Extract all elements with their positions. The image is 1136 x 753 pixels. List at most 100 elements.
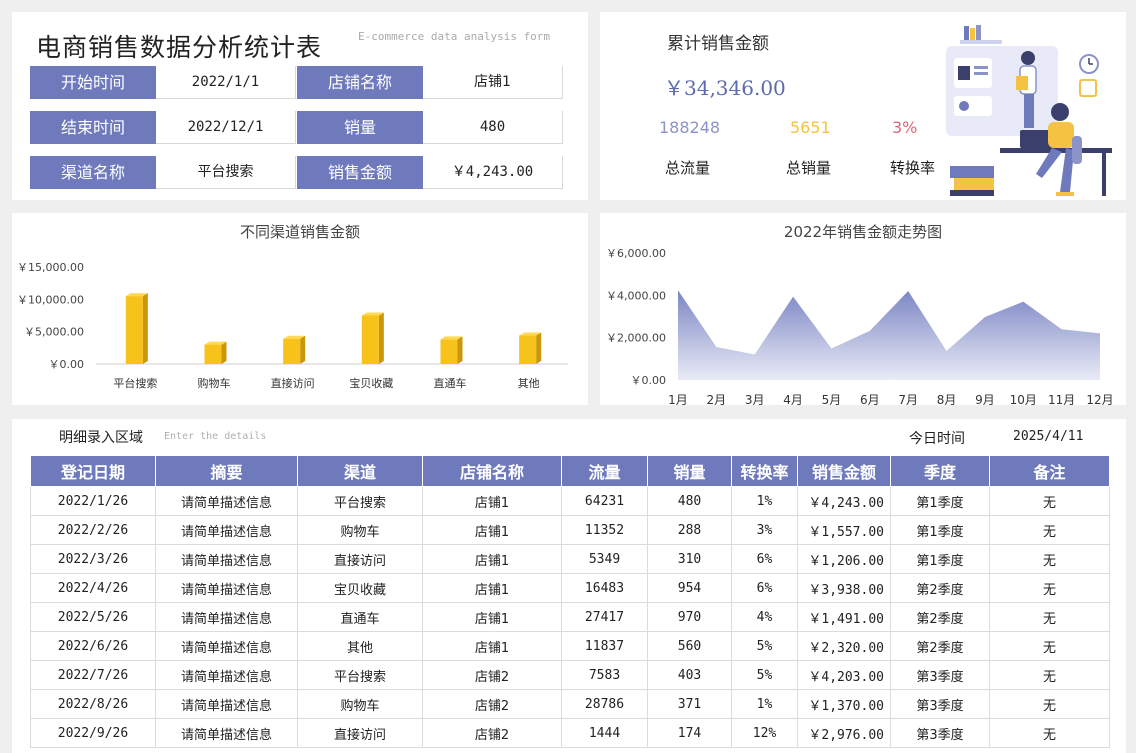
table-cell[interactable]: 店铺2 — [422, 689, 562, 719]
table-cell[interactable]: 7583 — [561, 660, 648, 690]
table-cell[interactable]: 288 — [647, 515, 732, 545]
table-cell[interactable]: 店铺2 — [422, 660, 562, 690]
table-cell[interactable]: 5349 — [561, 544, 648, 574]
start-time-value[interactable]: 2022/1/1 — [156, 66, 296, 99]
table-cell[interactable]: 无 — [989, 573, 1110, 603]
table-cell[interactable]: 直接访问 — [297, 718, 423, 748]
table-cell[interactable]: 店铺1 — [422, 544, 562, 574]
table-cell[interactable]: 16483 — [561, 573, 648, 603]
column-header[interactable]: 登记日期 — [30, 455, 156, 487]
table-row[interactable]: 2022/7/26 请简单描述信息 平台搜索 店铺2 7583 403 5% ￥4,203.0… — [30, 660, 1110, 690]
table-cell[interactable]: 无 — [989, 544, 1110, 574]
table-cell[interactable]: 560 — [647, 631, 732, 661]
table-cell[interactable]: 直接访问 — [297, 544, 423, 574]
table-cell[interactable]: 5% — [731, 631, 798, 661]
table-row[interactable]: 2022/6/26 请简单描述信息 其他 店铺1 11837 560 5% ￥2,320.00… — [30, 631, 1110, 661]
table-cell[interactable]: 第2季度 — [890, 573, 990, 603]
table-cell[interactable]: 5% — [731, 660, 798, 690]
table-cell[interactable]: 请简单描述信息 — [155, 718, 298, 748]
table-cell[interactable]: 无 — [989, 486, 1110, 516]
table-cell[interactable]: 28786 — [561, 689, 648, 719]
table-cell[interactable]: 第1季度 — [890, 544, 990, 574]
table-cell[interactable]: 6% — [731, 573, 798, 603]
table-cell[interactable]: 174 — [647, 718, 732, 748]
table-cell[interactable]: 平台搜索 — [297, 660, 423, 690]
table-cell[interactable]: 请简单描述信息 — [155, 486, 298, 516]
table-cell[interactable]: 其他 — [297, 631, 423, 661]
table-cell[interactable]: 第3季度 — [890, 660, 990, 690]
table-cell[interactable]: 1% — [731, 689, 798, 719]
table-cell[interactable]: 954 — [647, 573, 732, 603]
table-cell[interactable]: 6% — [731, 544, 798, 574]
table-cell[interactable]: 2022/4/26 — [30, 573, 156, 603]
table-cell[interactable]: 无 — [989, 660, 1110, 690]
table-cell[interactable]: 11837 — [561, 631, 648, 661]
table-cell[interactable]: 1444 — [561, 718, 648, 748]
table-cell[interactable]: 11352 — [561, 515, 648, 545]
table-row[interactable]: 2022/3/26 请简单描述信息 直接访问 店铺1 5349 310 6% ￥1,206.0… — [30, 544, 1110, 574]
table-cell[interactable]: 第3季度 — [890, 689, 990, 719]
table-cell[interactable]: 平台搜索 — [297, 486, 423, 516]
table-cell[interactable]: 2022/9/26 — [30, 718, 156, 748]
column-header[interactable]: 销售金额 — [797, 455, 891, 487]
table-cell[interactable]: 店铺2 — [422, 718, 562, 748]
table-cell[interactable]: 371 — [647, 689, 732, 719]
table-cell[interactable]: 3% — [731, 515, 798, 545]
column-header[interactable]: 摘要 — [155, 455, 298, 487]
table-cell[interactable]: 第2季度 — [890, 631, 990, 661]
table-cell[interactable]: 请简单描述信息 — [155, 515, 298, 545]
table-cell[interactable]: 店铺1 — [422, 573, 562, 603]
table-cell[interactable]: ￥2,320.00 — [797, 631, 891, 661]
table-row[interactable]: 2022/2/26 请简单描述信息 购物车 店铺1 11352 288 3% ￥1,557.0… — [30, 515, 1110, 545]
table-cell[interactable]: 第2季度 — [890, 602, 990, 632]
table-cell[interactable]: ￥3,938.00 — [797, 573, 891, 603]
table-cell[interactable]: 2022/1/26 — [30, 486, 156, 516]
table-cell[interactable]: 购物车 — [297, 515, 423, 545]
table-cell[interactable]: 请简单描述信息 — [155, 689, 298, 719]
table-cell[interactable]: 请简单描述信息 — [155, 660, 298, 690]
table-cell[interactable]: ￥2,976.00 — [797, 718, 891, 748]
table-cell[interactable]: 店铺1 — [422, 631, 562, 661]
table-cell[interactable]: ￥1,370.00 — [797, 689, 891, 719]
table-cell[interactable]: 直通车 — [297, 602, 423, 632]
table-row[interactable]: 2022/9/26 请简单描述信息 直接访问 店铺2 1444 174 12% ￥2,976.… — [30, 718, 1110, 748]
column-header[interactable]: 店铺名称 — [422, 455, 562, 487]
table-cell[interactable]: 970 — [647, 602, 732, 632]
shop-name-value[interactable]: 店铺1 — [423, 66, 563, 99]
column-header[interactable]: 季度 — [890, 455, 990, 487]
table-cell[interactable]: 2022/5/26 — [30, 602, 156, 632]
table-cell[interactable]: 64231 — [561, 486, 648, 516]
table-cell[interactable]: 310 — [647, 544, 732, 574]
table-cell[interactable]: 2022/6/26 — [30, 631, 156, 661]
table-cell[interactable]: 无 — [989, 602, 1110, 632]
channel-value[interactable]: 平台搜索 — [156, 156, 296, 189]
table-cell[interactable]: 店铺1 — [422, 602, 562, 632]
table-cell[interactable]: 1% — [731, 486, 798, 516]
table-cell[interactable]: 4% — [731, 602, 798, 632]
table-cell[interactable]: 第1季度 — [890, 515, 990, 545]
column-header[interactable]: 销量 — [647, 455, 732, 487]
table-row[interactable]: 2022/5/26 请简单描述信息 直通车 店铺1 27417 970 4% ￥1,491.0… — [30, 602, 1110, 632]
table-cell[interactable]: ￥4,243.00 — [797, 486, 891, 516]
table-cell[interactable]: 2022/2/26 — [30, 515, 156, 545]
table-cell[interactable]: 店铺1 — [422, 486, 562, 516]
column-header[interactable]: 渠道 — [297, 455, 423, 487]
table-cell[interactable]: 请简单描述信息 — [155, 573, 298, 603]
column-header[interactable]: 转换率 — [731, 455, 798, 487]
table-cell[interactable]: 12% — [731, 718, 798, 748]
table-cell[interactable]: 请简单描述信息 — [155, 631, 298, 661]
qty-value[interactable]: 480 — [423, 111, 563, 144]
amount-value[interactable]: ￥4,243.00 — [423, 156, 563, 189]
table-cell[interactable]: 第1季度 — [890, 486, 990, 516]
table-cell[interactable]: 27417 — [561, 602, 648, 632]
table-cell[interactable]: 2022/8/26 — [30, 689, 156, 719]
table-row[interactable]: 2022/4/26 请简单描述信息 宝贝收藏 店铺1 16483 954 6% ￥3,938.… — [30, 573, 1110, 603]
table-cell[interactable]: 2022/3/26 — [30, 544, 156, 574]
table-cell[interactable]: ￥1,206.00 — [797, 544, 891, 574]
table-cell[interactable]: 店铺1 — [422, 515, 562, 545]
end-time-value[interactable]: 2022/12/1 — [156, 111, 296, 144]
table-cell[interactable]: 第3季度 — [890, 718, 990, 748]
table-cell[interactable]: 403 — [647, 660, 732, 690]
table-cell[interactable]: 无 — [989, 689, 1110, 719]
column-header[interactable]: 备注 — [989, 455, 1110, 487]
